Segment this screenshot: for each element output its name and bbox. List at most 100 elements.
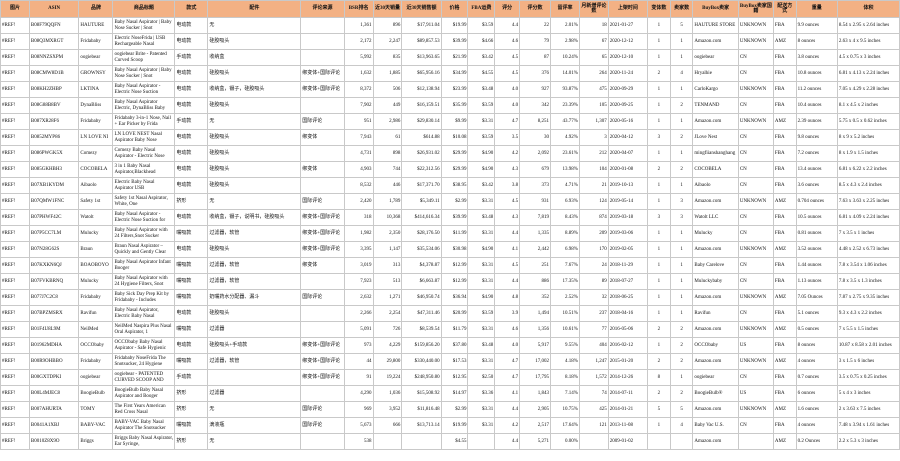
- table-cell[interactable]: 2: [647, 353, 671, 370]
- table-cell[interactable]: 2,986: [372, 113, 403, 130]
- table-cell[interactable]: Fridababy 3-in-1 Nose, Nail + Ear Picker…: [112, 113, 176, 130]
- table-cell[interactable]: [300, 145, 345, 162]
- table-cell[interactable]: 3.6 ounces: [795, 177, 838, 194]
- table-cell[interactable]: B007AHURTA: [28, 401, 80, 418]
- table-cell[interactable]: 1: [647, 193, 671, 210]
- table-cell[interactable]: B0010Z8X9O: [28, 433, 80, 450]
- table-cell[interactable]: 电动款: [174, 97, 209, 114]
- table-row[interactable]: #REF! B08KH2ZHBP LKTINA Baby Nasal Aspirato…: [0, 81, 900, 98]
- table-cell[interactable]: 2019-03-18: [607, 209, 649, 226]
- table-cell[interactable]: B08F79QQFN: [28, 17, 80, 34]
- table-cell[interactable]: 电动款: [174, 337, 209, 354]
- table-cell[interactable]: FBA: [772, 17, 797, 34]
- table-cell[interactable]: #REF!: [0, 129, 30, 146]
- table-cell[interactable]: 2,266: [343, 305, 374, 322]
- table-cell[interactable]: 1,335: [519, 225, 552, 242]
- table-cell[interactable]: 105: [578, 97, 609, 114]
- table-cell[interactable]: 挤形: [174, 401, 209, 418]
- table-row[interactable]: #REF! B085GKHBH3 COCOBELA 3 in 1 Baby Nasal…: [0, 161, 900, 178]
- table-cell[interactable]: 13.98%: [550, 161, 580, 178]
- table-cell[interactable]: 4.4: [494, 433, 521, 450]
- table-cell[interactable]: 0.7 ounces: [795, 369, 838, 386]
- column-header[interactable]: BuyBox卖家国籍: [737, 0, 774, 18]
- table-cell[interactable]: 电动款: [174, 81, 209, 98]
- table-cell[interactable]: 4.71%: [550, 177, 580, 194]
- table-row[interactable]: #REF! B08CMW8D1B GROWNSY Baby Nasal Aspirat…: [0, 65, 900, 82]
- table-cell[interactable]: 7.05 Ounces: [795, 289, 838, 306]
- table-cell[interactable]: 19,224: [372, 369, 403, 386]
- table-cell[interactable]: 61: [372, 129, 403, 146]
- table-cell[interactable]: $13,963.65: [401, 49, 442, 66]
- table-cell[interactable]: 87: [519, 49, 552, 66]
- table-cell[interactable]: 1,307: [578, 113, 609, 130]
- table-cell[interactable]: CN: [737, 49, 774, 66]
- table-cell[interactable]: 7.48 x 3.94 x 1.61 inches: [836, 417, 900, 434]
- table-cell[interactable]: 3: [669, 193, 694, 210]
- table-cell[interactable]: 4.1: [494, 241, 521, 258]
- table-cell[interactable]: 3.8: [494, 177, 521, 194]
- table-cell[interactable]: $4.90: [467, 289, 496, 306]
- table-cell[interactable]: 7.2 ounces: [795, 145, 838, 162]
- table-row[interactable]: #REF! B07BPZMSRX Ravifun Baby Nasal Aspirat…: [0, 305, 900, 322]
- table-cell[interactable]: 2: [669, 353, 694, 370]
- table-cell[interactable]: 32: [578, 289, 609, 306]
- table-cell[interactable]: #REF!: [0, 209, 30, 226]
- table-cell[interactable]: 89: [578, 273, 609, 290]
- table-cell[interactable]: 4,903: [343, 161, 374, 178]
- table-cell[interactable]: 无: [207, 193, 302, 210]
- table-cell[interactable]: $12,138.94: [401, 81, 442, 98]
- table-cell[interactable]: 绑变体+国际评论: [300, 81, 345, 98]
- table-cell[interactable]: $614.88: [401, 129, 442, 146]
- table-cell[interactable]: 1: [647, 241, 671, 258]
- table-row[interactable]: #REF! B07XB1KYDM Aibaolo Electric Baby Nasa…: [0, 177, 900, 194]
- table-cell[interactable]: $4.66: [467, 33, 496, 50]
- table-cell[interactable]: [300, 33, 345, 50]
- table-cell[interactable]: Fridababy: [78, 113, 114, 130]
- table-cell[interactable]: 2.52%: [550, 289, 580, 306]
- table-cell[interactable]: oogiebear - PATENTED CURVED SCOOP AND: [112, 369, 176, 386]
- table-cell[interactable]: 835: [372, 49, 403, 66]
- table-cell[interactable]: 4.4: [494, 273, 521, 290]
- table-cell[interactable]: LKTINA: [78, 81, 114, 98]
- table-cell[interactable]: AMZ: [772, 401, 797, 418]
- table-cell[interactable]: 10.4 ounces: [795, 97, 838, 114]
- table-cell[interactable]: 0.5 ounces: [795, 321, 838, 338]
- table-row[interactable]: #REF! B07QMW1FNC Safety 1st Safety 1st Nasa…: [0, 193, 900, 210]
- table-cell[interactable]: 3.8 ounces: [795, 49, 838, 66]
- table-cell[interactable]: 2015-01-20: [607, 353, 649, 370]
- table-row[interactable]: #REF! B08F79QQFN HAUTURE Baby Nasal Aspirat…: [0, 17, 900, 34]
- table-cell[interactable]: 7,902: [343, 97, 374, 114]
- table-cell[interactable]: 10.75%: [550, 401, 580, 418]
- table-cell[interactable]: 2016-02-12: [607, 337, 649, 354]
- column-header[interactable]: 评分: [494, 0, 521, 18]
- table-cell[interactable]: Aibaolo: [692, 177, 739, 194]
- table-cell[interactable]: 4.5: [494, 49, 521, 66]
- table-cell[interactable]: $3.31: [467, 273, 496, 290]
- table-cell[interactable]: $3.31: [467, 225, 496, 242]
- table-cell[interactable]: 2: [669, 385, 694, 402]
- column-header[interactable]: ASIN: [28, 0, 80, 18]
- table-cell[interactable]: [300, 97, 345, 114]
- table-cell[interactable]: 1: [669, 81, 694, 98]
- table-cell[interactable]: 1: [647, 289, 671, 306]
- table-cell[interactable]: 8 x 9 x 5.2 inches: [836, 129, 900, 146]
- table-cell[interactable]: JLove Nest: [692, 129, 739, 146]
- table-cell[interactable]: $12.99: [440, 257, 469, 274]
- table-cell[interactable]: 1: [647, 177, 671, 194]
- table-cell[interactable]: 7,923: [343, 273, 374, 290]
- table-cell[interactable]: $330,440.00: [401, 353, 442, 370]
- table-cell[interactable]: FBA: [772, 273, 797, 290]
- table-cell[interactable]: [300, 273, 345, 290]
- table-cell[interactable]: $89,857.53: [401, 33, 442, 50]
- table-cell[interactable]: 4.3: [494, 161, 521, 178]
- table-cell[interactable]: HAUTURE STORE: [692, 17, 739, 34]
- table-cell[interactable]: 2: [647, 385, 671, 402]
- table-cell[interactable]: B07XB1KYDM: [28, 177, 80, 194]
- table-cell[interactable]: FBA: [772, 225, 797, 242]
- column-header[interactable]: 图片: [0, 0, 30, 18]
- table-cell[interactable]: 1: [647, 97, 671, 114]
- column-header[interactable]: 评论来源: [300, 0, 345, 18]
- table-cell[interactable]: CN: [737, 417, 774, 434]
- table-cell[interactable]: 硅胶吸头: [207, 33, 302, 50]
- table-cell[interactable]: CN: [737, 145, 774, 162]
